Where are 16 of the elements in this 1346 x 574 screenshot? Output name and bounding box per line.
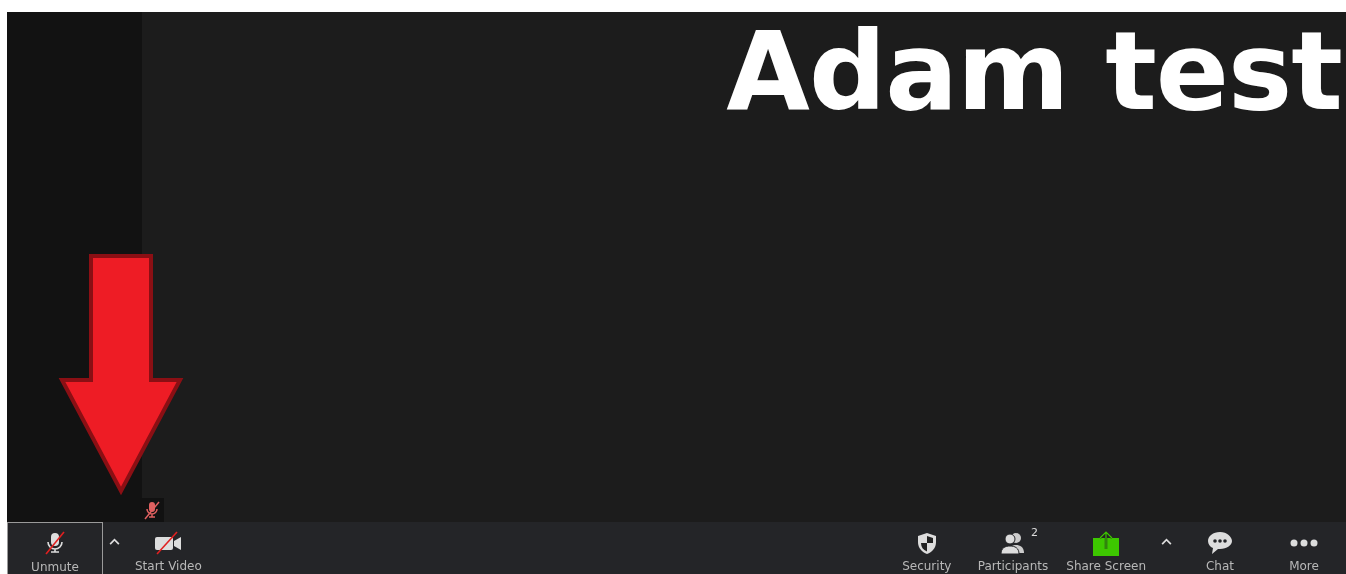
toolbar-button[interactable]: Security xyxy=(884,522,969,574)
share-screen-icon xyxy=(1092,528,1121,557)
caret-icon xyxy=(109,537,120,545)
more-dots-icon xyxy=(1289,537,1319,548)
toolbar-button[interactable]: Unmute xyxy=(7,522,103,574)
microphone-icon xyxy=(43,531,67,555)
toolbar-button[interactable]: More xyxy=(1262,522,1346,574)
toolbar-button[interactable]: Start Video xyxy=(126,522,211,574)
chat-bubble-icon xyxy=(1206,529,1234,556)
camera-icon xyxy=(153,530,184,555)
toolbar-button[interactable]: Share Screen xyxy=(1057,522,1155,574)
toolbar-button[interactable]: Chat xyxy=(1178,522,1262,574)
speaker-name: Adam test xyxy=(726,18,1342,126)
toolbar-button[interactable]: 2 Participants xyxy=(968,522,1058,574)
caret-icon xyxy=(1161,537,1172,545)
participant-count: 2 xyxy=(1031,526,1039,539)
